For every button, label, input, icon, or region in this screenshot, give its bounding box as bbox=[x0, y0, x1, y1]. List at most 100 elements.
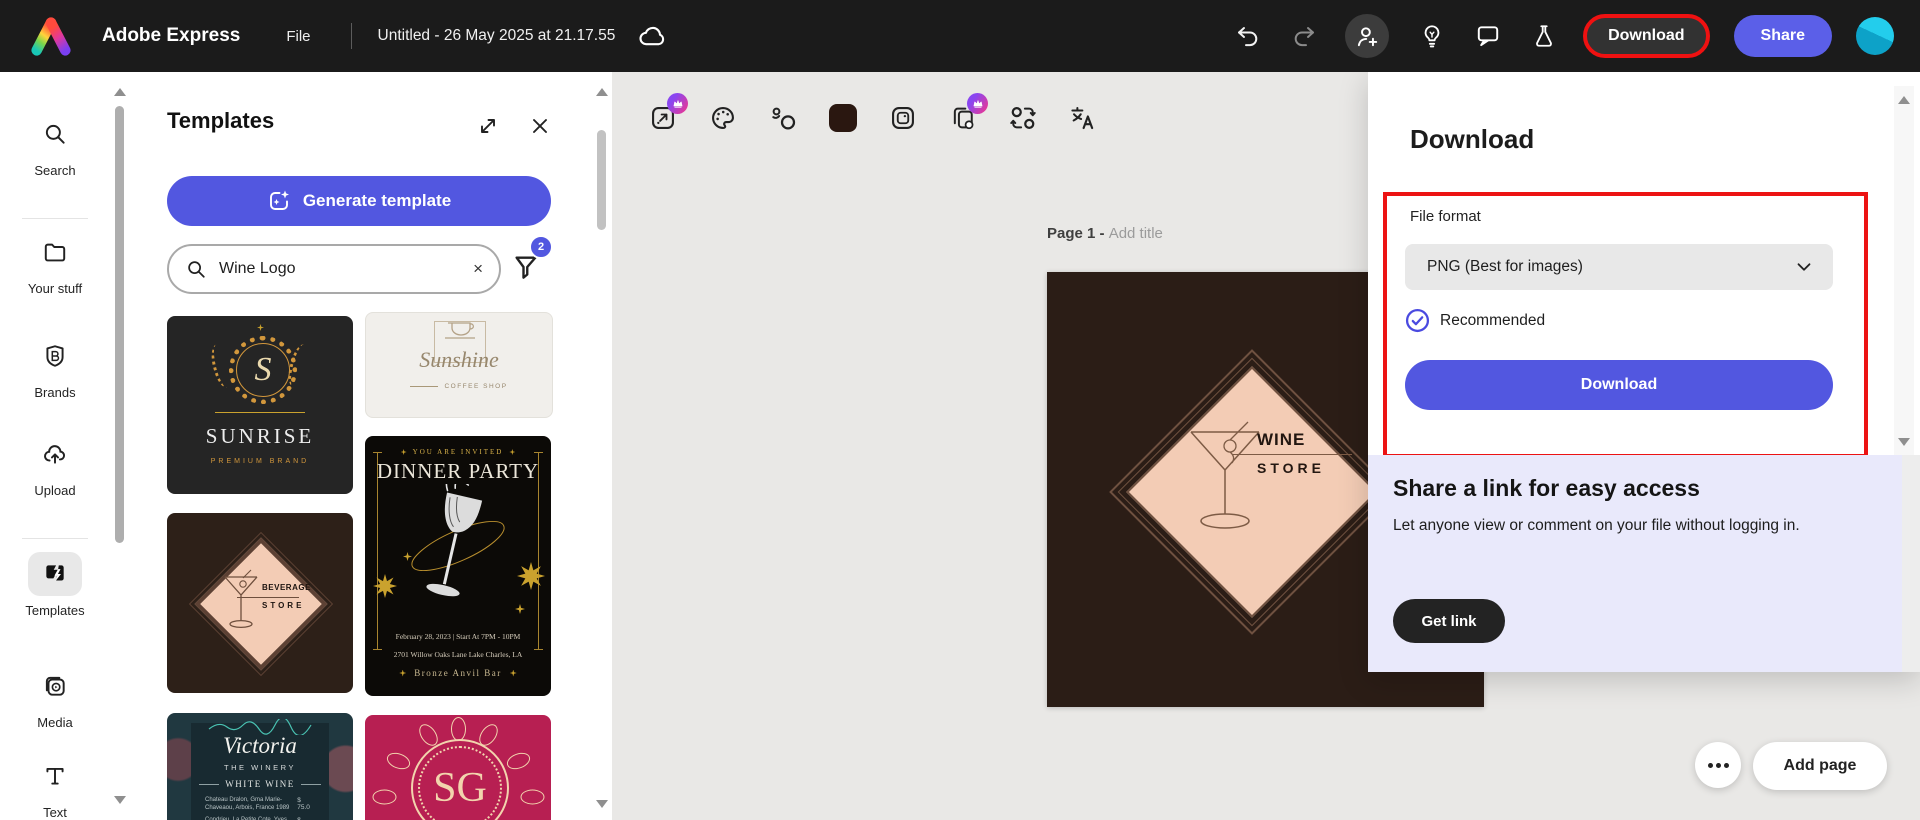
media-icon bbox=[28, 664, 82, 708]
sidebar-item-search[interactable]: Search bbox=[0, 112, 110, 178]
panel-scroll-track bbox=[1902, 455, 1920, 672]
clear-search-icon[interactable]: × bbox=[473, 259, 483, 279]
share-button[interactable]: Share bbox=[1733, 15, 1832, 57]
scroll-up-arrow[interactable] bbox=[114, 88, 126, 96]
template-thumbnail-sg-monogram[interactable]: SG bbox=[365, 715, 551, 820]
coffee-cup-sketch bbox=[445, 322, 475, 339]
scroll-down-arrow[interactable] bbox=[1898, 438, 1910, 446]
download-confirm-button[interactable]: Download bbox=[1405, 360, 1833, 410]
generate-template-button[interactable]: Generate template bbox=[167, 176, 551, 226]
add-person-icon bbox=[1357, 27, 1378, 47]
page-more-options-button[interactable] bbox=[1695, 742, 1741, 788]
template-address-line: 2701 Willow Oaks Lane Lake Charles, LA bbox=[393, 650, 523, 659]
premium-crown-badge bbox=[967, 93, 988, 114]
chevron-down-icon bbox=[1797, 263, 1811, 271]
translate-tool[interactable] bbox=[1068, 103, 1098, 133]
menu-price: $ 75.0 bbox=[297, 797, 310, 811]
undo-icon[interactable] bbox=[1235, 23, 1261, 49]
account-avatar[interactable] bbox=[1856, 17, 1894, 55]
sidebar-item-media[interactable]: Media bbox=[0, 664, 110, 730]
template-thumbnail-dinner-party[interactable]: YOU ARE INVITED DINNER PARTY February 28… bbox=[365, 436, 551, 696]
redo-icon[interactable] bbox=[1291, 23, 1317, 49]
template-venue: Bronze Anvil Bar bbox=[414, 668, 502, 678]
adobe-express-logo-icon[interactable] bbox=[28, 15, 74, 57]
page-label[interactable]: Page 1 - Add title bbox=[1047, 225, 1163, 242]
file-format-label: File format bbox=[1410, 208, 1481, 225]
template-thumbnail-victoria-winery[interactable]: Victoria THE WINERY WHITE WINE Chateau D… bbox=[167, 713, 353, 820]
laurel-ring: S bbox=[229, 336, 297, 404]
filter-count-badge: 2 bbox=[529, 235, 553, 259]
duplicate-pages-tool[interactable] bbox=[948, 93, 988, 133]
comments-icon[interactable] bbox=[1475, 23, 1501, 49]
search-icon bbox=[28, 112, 82, 156]
crown-icon bbox=[973, 99, 982, 108]
resize-tool[interactable] bbox=[648, 93, 688, 133]
document-title[interactable]: Untitled - 26 May 2025 at 21.17.55 bbox=[378, 27, 616, 45]
menu-section-header: WHITE WINE bbox=[167, 779, 353, 789]
scroll-up-arrow[interactable] bbox=[596, 88, 608, 96]
templates-panel: Templates Generate template × 2 bbox=[130, 72, 592, 820]
magnifier-icon bbox=[188, 261, 205, 278]
get-link-button[interactable]: Get link bbox=[1393, 599, 1505, 643]
sidebar-item-your-stuff[interactable]: Your stuff bbox=[0, 230, 110, 296]
petal-ornament bbox=[520, 789, 545, 805]
animate-tool[interactable] bbox=[768, 103, 798, 133]
monogram: S bbox=[254, 351, 272, 388]
sidebar-item-brands[interactable]: Brands bbox=[0, 334, 110, 400]
folder-icon bbox=[28, 230, 82, 274]
sidebar-item-templates[interactable]: Templates bbox=[0, 552, 110, 618]
star-ornament bbox=[517, 562, 545, 590]
app-title: Adobe Express bbox=[102, 25, 241, 46]
theme-colors-tool[interactable] bbox=[708, 103, 738, 133]
monogram: SG bbox=[433, 765, 487, 811]
search-input[interactable] bbox=[217, 259, 458, 279]
download-button-topbar[interactable]: Download bbox=[1583, 14, 1710, 58]
ornament-line bbox=[215, 412, 305, 413]
file-menu[interactable]: File bbox=[286, 28, 310, 45]
palette-icon bbox=[712, 107, 734, 129]
sidebar-item-upload[interactable]: Upload bbox=[0, 432, 110, 498]
panel-scrollbar bbox=[1894, 86, 1914, 456]
template-title-line1: BEVERAGE bbox=[262, 583, 311, 592]
background-color-swatch[interactable] bbox=[828, 103, 858, 133]
share-link-description: Let anyone view or comment on your file … bbox=[1393, 517, 1800, 534]
close-panel-icon[interactable] bbox=[528, 114, 552, 138]
template-title: DINNER PARTY bbox=[376, 459, 540, 483]
template-kicker: YOU ARE INVITED bbox=[412, 448, 504, 456]
cloud-upload-icon bbox=[28, 432, 82, 476]
template-thumbnail-beverage-store[interactable]: BEVERAGE STORE bbox=[167, 513, 353, 693]
scrollbar-thumb[interactable] bbox=[597, 130, 606, 230]
layout-frame-tool[interactable] bbox=[888, 103, 918, 133]
scroll-up-arrow[interactable] bbox=[1898, 96, 1910, 104]
adobe-express-app: Adobe Express File Untitled - 26 May 202… bbox=[0, 0, 1920, 820]
add-title-placeholder[interactable]: Add title bbox=[1109, 225, 1163, 242]
template-subtitle-row: COFFEE SHOP bbox=[366, 383, 552, 390]
ideas-lightbulb-icon[interactable] bbox=[1419, 23, 1445, 49]
petal-ornament bbox=[384, 749, 413, 773]
expand-panel-icon[interactable] bbox=[476, 114, 500, 138]
template-kicker-row: YOU ARE INVITED bbox=[365, 448, 551, 456]
recommended-row: Recommended bbox=[1405, 308, 1545, 333]
logo-text-line1: WINE bbox=[1257, 430, 1306, 449]
logo-divider-line bbox=[1232, 454, 1352, 455]
scroll-down-arrow[interactable] bbox=[596, 800, 608, 808]
template-thumbnail-sunrise[interactable]: S SUNRISE PREMIUM BRAND bbox=[167, 316, 353, 494]
scroll-down-arrow[interactable] bbox=[114, 796, 126, 804]
check-circle-icon bbox=[1405, 308, 1430, 333]
swap-refresh-tool[interactable] bbox=[1008, 103, 1038, 133]
add-page-button[interactable]: Add page bbox=[1753, 742, 1887, 790]
menu-item: Chateau Dralon, Gma Marie-Chaveaou, Arbo… bbox=[205, 797, 290, 811]
template-script-title: Sunshine bbox=[419, 347, 499, 372]
template-subtitle: THE WINERY bbox=[224, 763, 296, 772]
scrollbar-thumb[interactable] bbox=[115, 106, 124, 543]
beta-flask-icon[interactable] bbox=[1531, 23, 1557, 49]
file-format-dropdown[interactable]: PNG (Best for images) bbox=[1405, 244, 1833, 290]
add-collaborator-button[interactable] bbox=[1345, 14, 1390, 58]
sidebar-item-text[interactable]: Text bbox=[0, 754, 110, 820]
martini-glass-sketch bbox=[224, 569, 258, 629]
template-thumbnail-sunshine[interactable]: Sunshine COFFEE SHOP bbox=[365, 312, 553, 418]
monogram-ring: SG bbox=[411, 739, 509, 820]
template-search-field[interactable]: × bbox=[167, 244, 501, 294]
sidebar-scrollbar bbox=[110, 72, 130, 820]
template-venue-row: Bronze Anvil Bar bbox=[365, 668, 551, 678]
